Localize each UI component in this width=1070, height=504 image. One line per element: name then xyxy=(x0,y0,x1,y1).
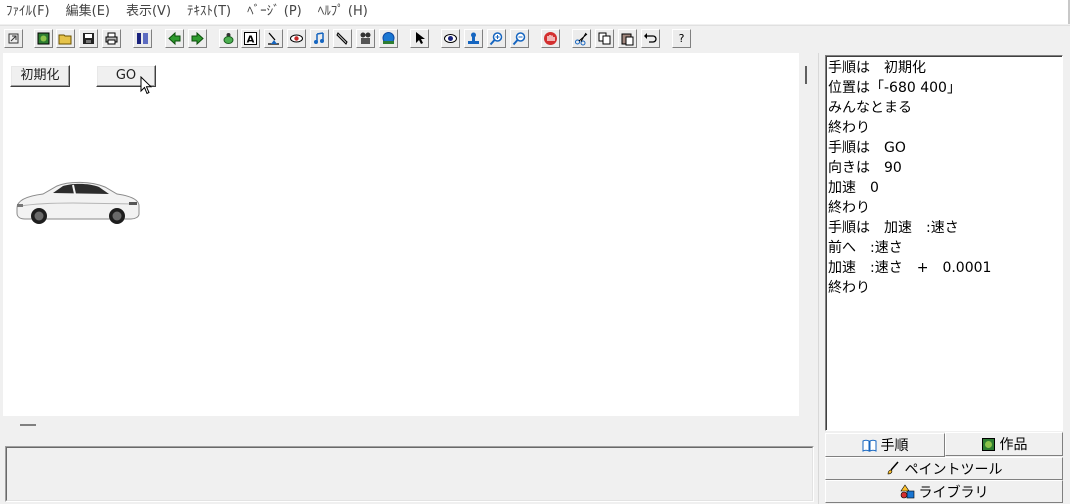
works-icon xyxy=(981,437,995,451)
arrow-corner-icon[interactable] xyxy=(4,29,23,48)
menu-page[interactable]: ﾍﾞｰｼﾞ (P) xyxy=(239,0,310,24)
help-icon[interactable]: ? xyxy=(672,29,691,48)
divider-mark xyxy=(20,424,36,426)
panel-splitter[interactable] xyxy=(818,53,823,504)
script-line[interactable]: 手順は 初期化 xyxy=(828,58,1062,78)
script-line[interactable]: 手順は GO xyxy=(828,138,1062,158)
music-note-icon[interactable] xyxy=(310,29,329,48)
copy-icon[interactable] xyxy=(595,29,614,48)
tab-paint-tool[interactable]: ペイントツール xyxy=(825,457,1063,480)
new-page-icon[interactable] xyxy=(34,29,53,48)
zoom-in-icon[interactable] xyxy=(487,29,506,48)
script-line[interactable]: 手順は 加速 :速さ xyxy=(828,218,1062,238)
camera-icon[interactable] xyxy=(356,29,375,48)
menu-file[interactable]: ﾌｧｲﾙ(F) xyxy=(0,0,58,24)
car-sprite[interactable] xyxy=(13,178,141,226)
menu-bar: ﾌｧｲﾙ(F) 編集(E) 表示(V) ﾃｷｽﾄ(T) ﾍﾞｰｼﾞ (P) ﾍﾙ… xyxy=(0,0,1070,24)
antenna-icon[interactable] xyxy=(264,29,283,48)
svg-text:A: A xyxy=(247,35,255,46)
menu-view[interactable]: 表示(V) xyxy=(118,0,179,24)
scroll-indicator[interactable] xyxy=(805,66,807,84)
stop-hand-icon[interactable] xyxy=(541,29,560,48)
tab-works[interactable]: 作品 xyxy=(945,432,1063,456)
stage-canvas[interactable]: 初期化 GO xyxy=(3,53,799,416)
tab-procedure[interactable]: 手順 xyxy=(825,433,945,457)
tab-procedure-label: 手順 xyxy=(880,438,909,454)
script-line[interactable]: 加速 0 xyxy=(828,178,1062,198)
tab-works-label: 作品 xyxy=(999,437,1028,453)
script-line[interactable]: 終わり xyxy=(828,198,1062,218)
text-box-icon[interactable]: A xyxy=(241,29,260,48)
print-icon[interactable] xyxy=(102,29,121,48)
app-window: ﾌｧｲﾙ(F) 編集(E) 表示(V) ﾃｷｽﾄ(T) ﾍﾞｰｼﾞ (P) ﾍﾙ… xyxy=(0,0,1070,504)
init-button[interactable]: 初期化 xyxy=(10,65,70,87)
back-arrow-icon[interactable] xyxy=(165,29,184,48)
pen-tool-icon[interactable] xyxy=(333,29,352,48)
toolbar: A ? xyxy=(0,25,1070,52)
tab-library[interactable]: ライブラリ xyxy=(825,480,1063,503)
save-disk-icon[interactable] xyxy=(79,29,98,48)
paste-icon[interactable] xyxy=(618,29,637,48)
pointer-icon[interactable] xyxy=(410,29,429,48)
script-line[interactable]: 終わり xyxy=(828,118,1062,138)
forward-arrow-icon[interactable] xyxy=(188,29,207,48)
script-line[interactable]: 前へ :速さ xyxy=(828,238,1062,258)
zoom-out-icon[interactable] xyxy=(510,29,529,48)
script-line[interactable]: 終わり xyxy=(828,278,1062,298)
menu-help[interactable]: ﾍﾙﾌﾟ (H) xyxy=(310,0,376,24)
book-icon xyxy=(862,439,876,452)
script-editor[interactable]: 手順は 初期化 位置は「-680 400」 みんなとまる 終わり 手順は GO … xyxy=(825,55,1063,431)
open-folder-icon[interactable] xyxy=(56,29,75,48)
menu-edit[interactable]: 編集(E) xyxy=(58,0,118,24)
turtle-icon[interactable] xyxy=(219,29,238,48)
menu-text[interactable]: ﾃｷｽﾄ(T) xyxy=(179,0,239,24)
script-line[interactable]: 位置は「-680 400」 xyxy=(828,78,1062,98)
message-area[interactable] xyxy=(5,446,814,502)
eye-shape-icon[interactable] xyxy=(287,29,306,48)
scissors-icon[interactable] xyxy=(572,29,591,48)
globe-icon[interactable] xyxy=(379,29,398,48)
eye-icon[interactable] xyxy=(441,29,460,48)
tab-paint-tool-label: ペイントツール xyxy=(904,461,1003,478)
columns-icon[interactable] xyxy=(133,29,152,48)
paintbrush-icon xyxy=(887,461,899,475)
shapes-icon xyxy=(899,484,914,499)
script-line[interactable]: 向きは 90 xyxy=(828,158,1062,178)
undo-icon[interactable] xyxy=(641,29,660,48)
stamp-icon[interactable] xyxy=(464,29,483,48)
mouse-cursor-icon xyxy=(140,76,152,95)
script-line[interactable]: みんなとまる xyxy=(828,98,1062,118)
script-line[interactable]: 加速 :速さ + 0.0001 xyxy=(828,258,1062,278)
tab-library-label: ライブラリ xyxy=(918,484,989,501)
